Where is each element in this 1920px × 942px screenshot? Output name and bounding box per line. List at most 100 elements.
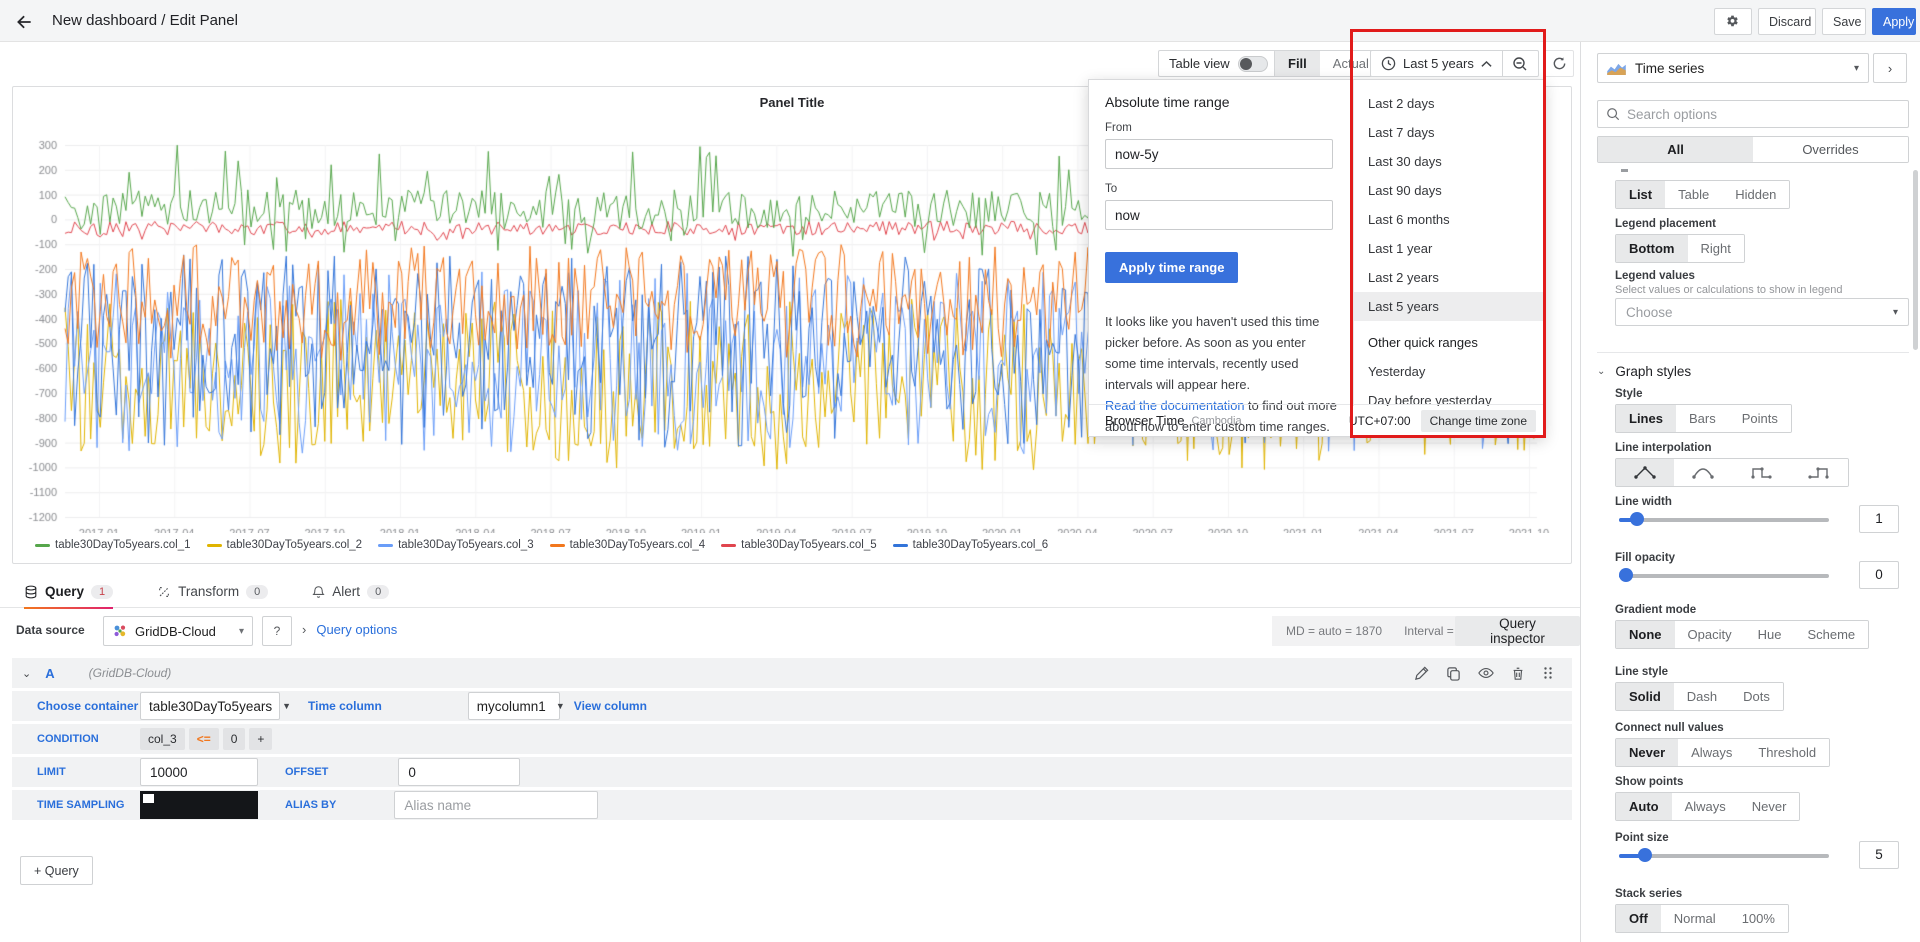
tab-query[interactable]: Query 1: [24, 576, 113, 608]
tab-overrides[interactable]: Overrides: [1753, 137, 1908, 162]
offset-input[interactable]: [398, 758, 520, 786]
gradient-opacity[interactable]: Opacity: [1675, 621, 1745, 648]
fill-opacity-slider[interactable]: [1619, 568, 1829, 582]
back-button[interactable]: [14, 9, 40, 35]
legend-item[interactable]: table30DayTo5years.col_3: [378, 539, 534, 551]
line-width-value[interactable]: 1: [1859, 505, 1899, 533]
tab-transform[interactable]: Transform 0: [157, 576, 268, 608]
query-inspector-button[interactable]: Query inspector: [1455, 616, 1580, 646]
legend-placement-bottom[interactable]: Bottom: [1616, 235, 1688, 262]
from-input[interactable]: [1105, 139, 1333, 169]
chevron-down-icon[interactable]: ⌄: [22, 667, 31, 680]
gradient-none[interactable]: None: [1616, 621, 1675, 648]
legend-mode-hidden[interactable]: Hidden: [1722, 181, 1789, 208]
apply-button[interactable]: Apply: [1872, 8, 1916, 35]
trash-icon[interactable]: [1511, 666, 1525, 681]
show-points-label: Show points: [1615, 776, 1683, 788]
point-size-slider[interactable]: [1619, 848, 1829, 862]
graph-styles-header[interactable]: ⌄ Graph styles: [1597, 364, 1691, 379]
gradient-hue[interactable]: Hue: [1745, 621, 1795, 648]
connect-always[interactable]: Always: [1678, 739, 1745, 766]
refresh-button[interactable]: [1544, 50, 1574, 77]
interp-smooth-icon[interactable]: [1674, 459, 1732, 486]
connect-threshold[interactable]: Threshold: [1745, 739, 1829, 766]
edit-icon[interactable]: [1414, 666, 1429, 681]
line-width-slider[interactable]: [1619, 512, 1829, 526]
stack-100[interactable]: 100%: [1729, 905, 1788, 932]
container-select[interactable]: table30DayTo5years ▼: [140, 692, 280, 720]
stack-normal[interactable]: Normal: [1661, 905, 1729, 932]
fill-opacity-value[interactable]: 0: [1859, 561, 1899, 589]
visualization-select[interactable]: Time series ▾: [1597, 53, 1869, 83]
quick-range-item[interactable]: Last 1 year: [1354, 234, 1546, 263]
table-view-toggle[interactable]: [1238, 56, 1268, 72]
datasource-help-button[interactable]: ?: [262, 616, 292, 646]
alias-input[interactable]: [394, 791, 598, 819]
interp-step-before-icon[interactable]: [1732, 459, 1790, 486]
interp-linear-icon[interactable]: [1616, 459, 1674, 486]
zoom-out-button[interactable]: [1502, 50, 1538, 77]
sidebar-scrollbar[interactable]: [1913, 170, 1918, 350]
interp-step-after-icon[interactable]: [1790, 459, 1848, 486]
quick-range-item[interactable]: Last 2 days: [1354, 89, 1546, 118]
tab-alert[interactable]: Alert 0: [312, 576, 389, 608]
settings-button[interactable]: [1714, 8, 1752, 35]
style-lines[interactable]: Lines: [1616, 405, 1676, 432]
query-row-header[interactable]: ⌄ A (GridDB-Cloud): [12, 658, 1572, 688]
condition-add-button[interactable]: +: [249, 728, 272, 750]
save-button[interactable]: Save: [1822, 8, 1866, 35]
time-range-button[interactable]: Last 5 years: [1371, 51, 1502, 76]
show-points-always[interactable]: Always: [1672, 793, 1739, 820]
quick-range-item[interactable]: Last 30 days: [1354, 147, 1546, 176]
add-query-button[interactable]: + Query: [20, 856, 93, 885]
change-time-zone-button[interactable]: Change time zone: [1421, 410, 1536, 432]
limit-input[interactable]: [140, 758, 258, 786]
quick-range-item[interactable]: Last 2 years: [1354, 263, 1546, 292]
line-style-dash[interactable]: Dash: [1674, 683, 1730, 710]
search-options-input[interactable]: [1627, 107, 1900, 122]
show-points-auto[interactable]: Auto: [1616, 793, 1672, 820]
legend-item[interactable]: table30DayTo5years.col_1: [35, 539, 191, 551]
legend-item[interactable]: table30DayTo5years.col_5: [721, 539, 877, 551]
quick-range-item-selected[interactable]: Last 5 years: [1354, 292, 1546, 321]
drag-handle-icon[interactable]: [1542, 666, 1554, 680]
quick-range-item[interactable]: Last 7 days: [1354, 118, 1546, 147]
legend-values-select[interactable]: Choose ▾: [1615, 298, 1909, 326]
condition-value-chip[interactable]: 0: [223, 728, 246, 750]
collapse-options-button[interactable]: ›: [1873, 53, 1907, 83]
legend-item[interactable]: table30DayTo5years.col_2: [207, 539, 363, 551]
apply-time-range-button[interactable]: Apply time range: [1105, 252, 1238, 283]
query-row-actions: [1414, 666, 1562, 681]
style-bars[interactable]: Bars: [1676, 405, 1729, 432]
eye-icon[interactable]: [1478, 666, 1494, 680]
gradient-scheme[interactable]: Scheme: [1794, 621, 1868, 648]
legend-mode-table[interactable]: Table: [1665, 181, 1722, 208]
condition-operator-chip[interactable]: <=: [189, 728, 219, 750]
point-size-value[interactable]: 5: [1859, 841, 1899, 869]
to-input[interactable]: [1105, 200, 1333, 230]
time-sampling-select[interactable]: [140, 791, 258, 819]
stack-off[interactable]: Off: [1616, 905, 1661, 932]
time-column-select[interactable]: mycolumn1 ▼: [468, 692, 560, 720]
tab-all[interactable]: All: [1598, 137, 1753, 162]
discard-button[interactable]: Discard: [1758, 8, 1816, 35]
quick-range-item[interactable]: Yesterday: [1354, 357, 1546, 386]
quick-range-item[interactable]: Last 90 days: [1354, 176, 1546, 205]
show-points-never[interactable]: Never: [1739, 793, 1800, 820]
line-style-dots[interactable]: Dots: [1730, 683, 1783, 710]
datasource-select[interactable]: GridDB-Cloud ▾: [103, 616, 253, 646]
legend-mode-list[interactable]: List: [1616, 181, 1665, 208]
copy-icon[interactable]: [1446, 666, 1461, 681]
style-points[interactable]: Points: [1729, 405, 1791, 432]
query-options-toggle[interactable]: ›Query options: [302, 622, 397, 637]
quick-range-item[interactable]: Last 6 months: [1354, 205, 1546, 234]
condition-field-chip[interactable]: col_3: [140, 728, 185, 750]
legend-placement-right[interactable]: Right: [1688, 235, 1744, 262]
line-style-solid[interactable]: Solid: [1616, 683, 1674, 710]
legend-item[interactable]: table30DayTo5years.col_4: [550, 539, 706, 551]
fill-button[interactable]: Fill: [1275, 51, 1320, 76]
legend-item[interactable]: table30DayTo5years.col_6: [893, 539, 1049, 551]
quick-range-item[interactable]: Day before yesterday: [1354, 386, 1546, 406]
view-column-link[interactable]: View column: [574, 699, 647, 713]
connect-never[interactable]: Never: [1616, 739, 1678, 766]
